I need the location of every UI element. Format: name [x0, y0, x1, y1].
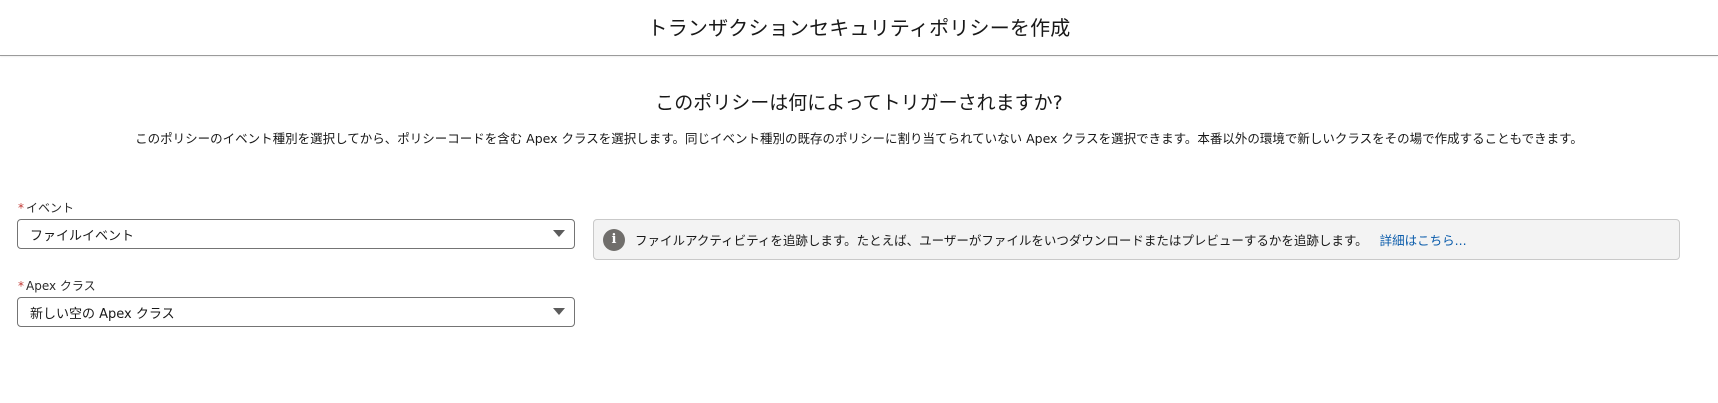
- modal-title: トランザクションセキュリティポリシーを作成: [647, 15, 1071, 40]
- event-info-text: ファイルアクティビティを追跡します。たとえば、ユーザーがファイルをいつダウンロー…: [635, 233, 1368, 248]
- event-info-panel: i ファイルアクティビティを追跡します。たとえば、ユーザーがファイルをいつダウン…: [593, 219, 1680, 260]
- apex-class-select-value: 新しい空の Apex クラス: [30, 306, 175, 322]
- apex-class-select[interactable]: 新しい空の Apex クラス: [17, 297, 575, 327]
- event-field-label: * イベント: [18, 199, 74, 216]
- chevron-down-icon: [553, 308, 565, 315]
- event-select[interactable]: ファイルイベント: [17, 219, 575, 249]
- required-marker: *: [18, 201, 24, 215]
- required-marker: *: [18, 279, 24, 293]
- policy-trigger-question: このポリシーは何によってトリガーされますか?: [655, 92, 1063, 114]
- modal-header: トランザクションセキュリティポリシーを作成: [0, 0, 1718, 56]
- policy-trigger-description: このポリシーのイベント種別を選択してから、ポリシーコードを含む Apex クラス…: [135, 131, 1583, 146]
- chevron-down-icon: [553, 230, 565, 237]
- learn-more-link[interactable]: 詳細はこちら...: [1380, 230, 1467, 249]
- info-icon: i: [603, 228, 625, 251]
- event-label-text: イベント: [26, 201, 75, 215]
- event-select-value: ファイルイベント: [30, 228, 135, 244]
- apex-class-field-label: * Apex クラス: [18, 277, 96, 294]
- apex-class-label-text: Apex クラス: [26, 279, 96, 293]
